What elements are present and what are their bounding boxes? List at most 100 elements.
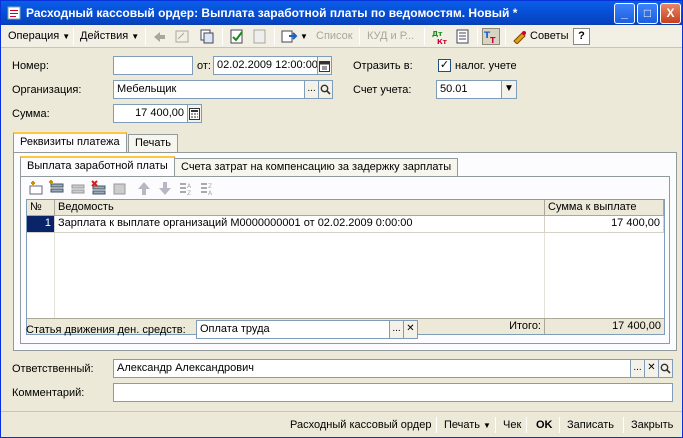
go-back-icon[interactable] — [150, 28, 168, 45]
document-icon — [7, 6, 21, 20]
responsible-select-button[interactable]: ... — [630, 359, 645, 378]
sum-field[interactable]: 17 400,00 — [113, 104, 188, 123]
title-bar: Расходный кассовый ордер: Выплата зарабо… — [1, 1, 682, 25]
post-document-icon[interactable] — [228, 28, 246, 45]
structure-report-icon[interactable] — [454, 28, 472, 45]
statement-cell[interactable]: Зарплата к выплате организаций М00000000… — [55, 216, 545, 233]
cashflow-select-button[interactable]: ... — [389, 320, 404, 339]
comment-label: Комментарий: — [12, 387, 85, 399]
kud-button[interactable]: КУД и Р... — [364, 27, 417, 46]
svg-text:A: A — [208, 190, 213, 197]
delete-row-icon[interactable] — [90, 180, 108, 197]
cashflow-item-field[interactable]: Оплата труда — [196, 320, 391, 339]
document-window: Расходный кассовый ордер: Выплата зарабо… — [0, 0, 683, 438]
bottom-bar: Расходный кассовый ордер Печать ▼ Чек OK … — [1, 411, 682, 437]
tips-label: Советы — [530, 30, 569, 42]
operation-menu[interactable]: Операция ▼ — [5, 27, 73, 46]
end-edit-icon[interactable] — [111, 180, 129, 197]
toolbar: Операция ▼ Действия ▼ ▼ Список КУД и Р... … — [1, 25, 682, 48]
toolbar-separator — [359, 28, 360, 45]
create-based-on-icon[interactable] — [280, 28, 298, 45]
minimize-button[interactable]: _ — [614, 3, 635, 24]
organization-field[interactable]: Мебельщик — [113, 80, 306, 99]
actions-menu-label: Действия — [80, 30, 129, 42]
actions-menu[interactable]: Действия ▼ — [77, 27, 142, 46]
sum-label: Сумма: — [12, 108, 50, 120]
total-value: 17 400,00 — [545, 318, 664, 334]
sort-ascending-icon[interactable]: AZ — [177, 180, 195, 197]
close-button[interactable]: Закрыть — [629, 416, 675, 434]
window-title: Расходный кассовый ордер: Выплата зарабо… — [26, 6, 518, 20]
bottom-separator — [526, 417, 527, 433]
reflect-in-label: Отразить в: — [353, 60, 413, 72]
date-field[interactable]: 02.02.2009 12:00:00 — [213, 56, 318, 75]
account-dropdown-icon[interactable]: ▼ — [501, 80, 517, 99]
svg-text:Z: Z — [187, 190, 191, 197]
account-field[interactable]: 50.01 — [436, 80, 503, 99]
toolbar-separator — [274, 28, 275, 45]
column-header-amount[interactable]: Сумма к выплате — [545, 200, 664, 216]
column-divider — [54, 233, 55, 319]
text-format-icon[interactable]: TT — [482, 28, 500, 45]
tips-icon — [512, 29, 528, 51]
edit-row-icon[interactable] — [69, 180, 87, 197]
row-number-cell[interactable]: 1 — [27, 216, 55, 233]
maximize-button[interactable]: □ — [637, 3, 658, 24]
tab-print[interactable]: Печать — [128, 134, 179, 152]
sort-descending-icon[interactable]: ZA — [198, 180, 216, 197]
close-window-button[interactable]: X — [660, 3, 681, 24]
add-row-icon[interactable] — [27, 180, 45, 197]
copy-row-icon[interactable] — [48, 180, 66, 197]
dropdown-arrow-icon: ▼ — [62, 32, 71, 41]
calendar-icon[interactable] — [317, 56, 332, 75]
bottom-separator — [495, 417, 496, 433]
column-header-number[interactable]: № — [27, 200, 55, 216]
dropdown-arrow-icon: ▼ — [131, 32, 140, 41]
tab-payment-details[interactable]: Реквизиты платежа — [13, 132, 127, 152]
organization-label: Организация: — [12, 84, 82, 96]
print-form-button[interactable]: Расходный кассовый ордер — [288, 416, 433, 434]
help-button[interactable]: ? — [573, 28, 590, 45]
svg-text:T: T — [490, 36, 496, 44]
save-button[interactable]: Записать — [565, 416, 616, 434]
list-button[interactable]: Список — [313, 27, 356, 46]
tax-accounting-checkbox[interactable]: ✓ — [438, 59, 451, 72]
toolbar-separator — [477, 28, 478, 45]
tips-button[interactable]: Советы — [510, 27, 571, 46]
responsible-label: Ответственный: — [12, 363, 94, 375]
print-menu-button[interactable]: Печать ▼ — [442, 416, 493, 434]
salary-payment-panel: AZ ZA № Ведомость Сумма к выплате 1 Зарп… — [20, 176, 670, 344]
number-field[interactable] — [113, 56, 193, 75]
responsible-search-icon[interactable] — [658, 359, 673, 378]
bottom-separator — [559, 417, 560, 433]
column-divider — [544, 233, 545, 319]
unpost-document-icon[interactable] — [251, 28, 269, 45]
ok-button[interactable]: OK — [534, 416, 555, 434]
tab-salary-delay-compensation[interactable]: Счета затрат на компенсацию за задержку … — [174, 158, 459, 176]
copy-icon[interactable] — [198, 28, 216, 45]
column-header-statement[interactable]: Ведомость — [55, 200, 545, 216]
tax-accounting-label: налог. учете — [455, 60, 517, 72]
svg-text:Кт: Кт — [437, 38, 448, 45]
cashflow-clear-icon[interactable]: ✕ — [403, 320, 418, 339]
cashflow-item-label: Статья движения ден. средств: — [26, 324, 186, 336]
move-up-icon[interactable] — [135, 180, 153, 197]
receipt-button[interactable]: Чек — [501, 416, 523, 434]
tab-salary-payment[interactable]: Выплата заработной платы — [20, 156, 175, 176]
statements-table: № Ведомость Сумма к выплате 1 Зарплата к… — [26, 199, 665, 335]
amount-cell[interactable]: 17 400,00 — [545, 216, 664, 233]
move-down-icon[interactable] — [156, 180, 174, 197]
edit-icon[interactable] — [173, 28, 191, 45]
svg-text:Дт: Дт — [432, 30, 443, 38]
organization-select-button[interactable]: ... — [304, 80, 319, 99]
dt-kt-icon[interactable]: Дт Кт — [431, 28, 449, 45]
comment-field[interactable] — [113, 383, 673, 402]
responsible-clear-icon[interactable]: ✕ — [644, 359, 659, 378]
create-based-on-arrow[interactable]: ▼ — [297, 27, 311, 46]
svg-text:A: A — [187, 183, 192, 190]
toolbar-separator — [424, 28, 425, 45]
calculator-icon[interactable] — [187, 104, 202, 123]
organization-search-icon[interactable] — [318, 80, 333, 99]
responsible-field[interactable]: Александр Александрович — [113, 359, 632, 378]
toolbar-separator — [145, 28, 146, 45]
